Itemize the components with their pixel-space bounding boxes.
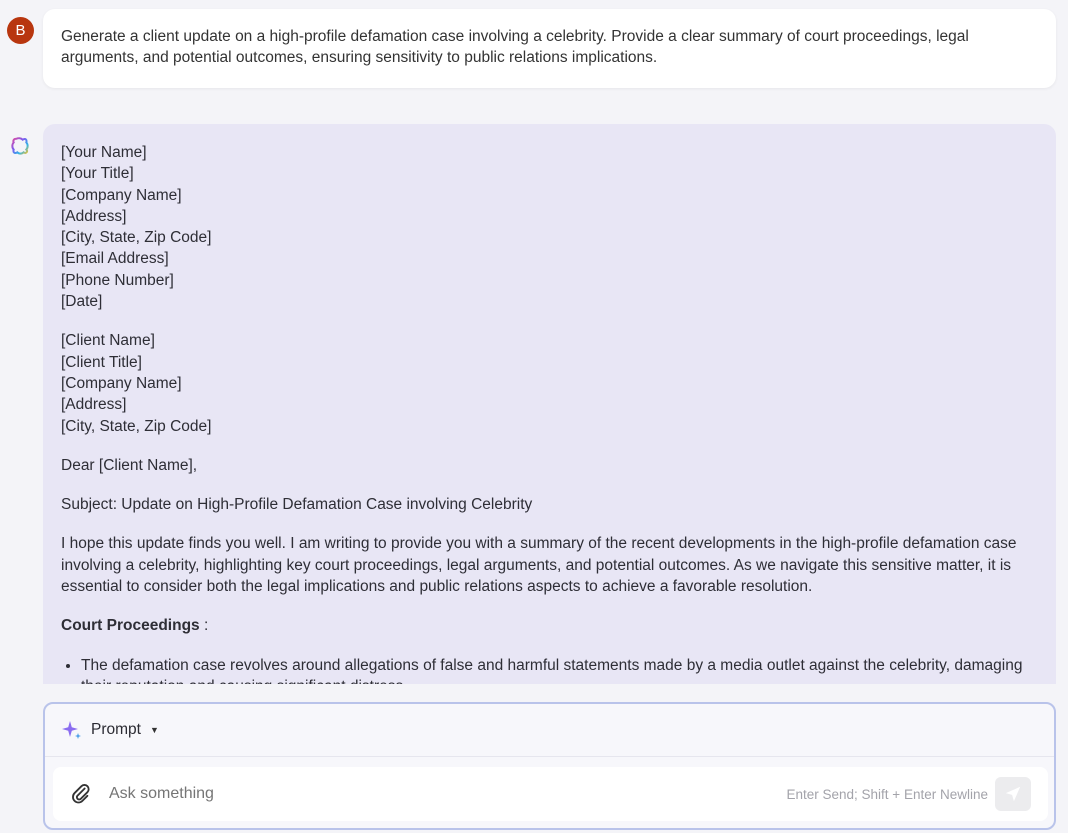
user-avatar: B [7,17,34,44]
recipient-line: [City, State, Zip Code] [61,417,212,435]
subject-line: Subject: Update on High-Profile Defamati… [61,496,533,514]
salutation: Dear [Client Name], [61,456,198,474]
sender-address-block: [Your Name] [Your Title] [Company Name] [Ad… [61,142,1038,312]
recipient-line: [Address] [61,396,127,414]
sender-line: [Your Name] [61,144,147,161]
caret-down-icon: ▼ [149,725,159,735]
sender-line: [Your Title] [61,165,134,183]
sender-line: [Phone Number] [61,271,174,289]
section-heading-suffix: : [199,617,209,635]
composer: Prompt ▼ Enter Send; Shift + Enter Newli… [43,702,1056,830]
send-icon [1005,786,1021,802]
message-input[interactable] [109,785,709,803]
input-area: Enter Send; Shift + Enter Newline [53,767,1048,821]
sender-line: [Email Address] [61,250,169,268]
intro-paragraph: I hope this update finds you well. I am … [61,535,1017,596]
recipient-address-block: [Client Name] [Client Title] [Company Name… [61,330,1038,436]
assistant-message: [Your Name] [Your Title] [Company Name] [Ad… [43,124,1056,684]
assistant-logo-icon [11,137,29,155]
keyboard-hint: Enter Send; Shift + Enter Newline [786,786,989,802]
sender-line: [Date] [61,293,103,311]
sender-line: [City, State, Zip Code] [61,229,212,247]
recipient-line: [Company Name] [61,374,182,392]
sparkle-icon [62,721,81,739]
sender-line: [Address] [61,207,127,225]
bullet-list: The defamation case revolves around alle… [61,655,1038,684]
paperclip-icon[interactable] [70,782,92,806]
send-button[interactable] [995,777,1031,811]
section-heading-text: Court Proceedings [61,617,200,635]
user-message: Generate a client update on a high-profi… [43,9,1056,88]
section-heading: Court Proceedings : [61,615,1038,636]
prompt-mode-label: Prompt [91,721,141,738]
prompt-mode-selector[interactable]: Prompt ▼ [45,704,1054,757]
recipient-line: [Client Name] [61,332,155,350]
bullet-item: The defamation case revolves around alle… [81,655,1038,684]
recipient-line: [Client Title] [61,353,142,371]
chat-thread: B Generate a client update on a high-pro… [0,0,1068,684]
sender-line: [Company Name] [61,186,182,204]
